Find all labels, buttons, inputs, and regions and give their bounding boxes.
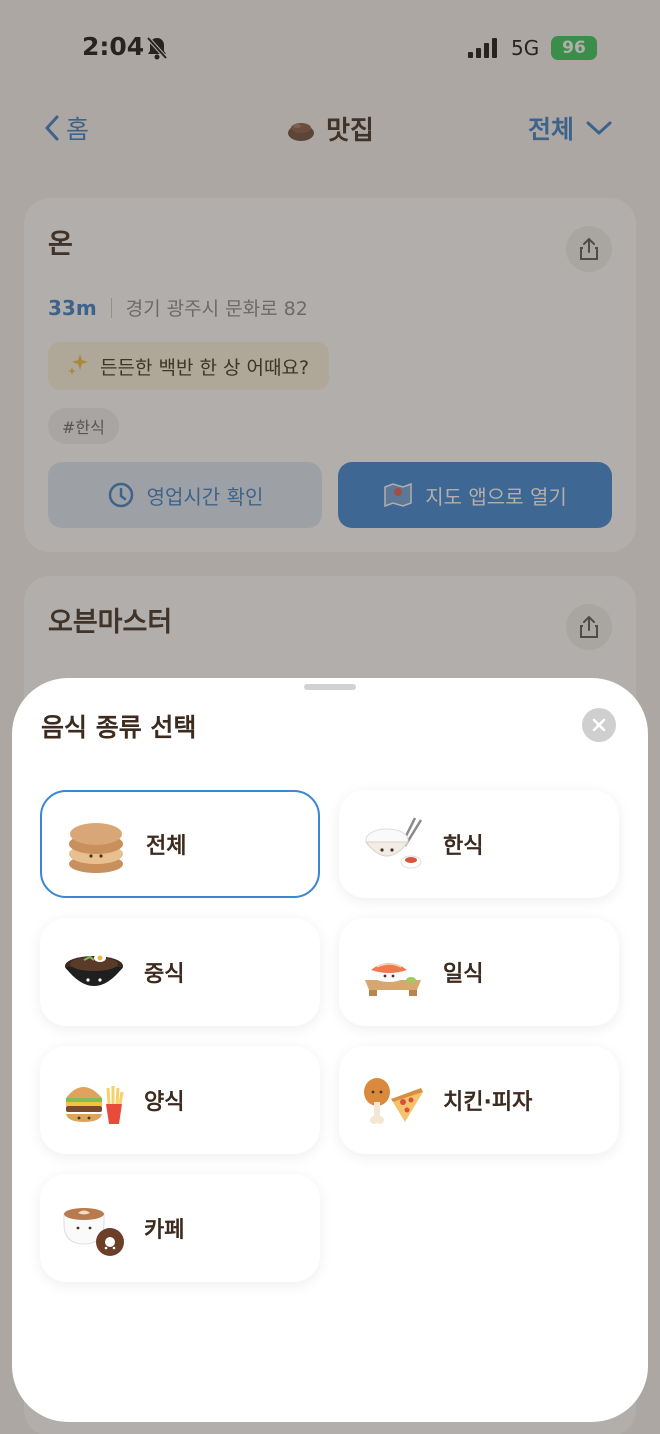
sushi-icon	[361, 940, 425, 1004]
category-label: 양식	[144, 1090, 185, 1115]
category-option-all[interactable]: 전체	[40, 790, 320, 898]
jjajang-bowl-icon	[62, 940, 126, 1004]
category-option-japanese[interactable]: 일식	[339, 918, 619, 1026]
category-label: 치킨·피자	[443, 1090, 533, 1115]
coffee-donut-icon	[62, 1196, 126, 1260]
category-label: 일식	[443, 962, 484, 987]
burger-fries-icon	[62, 1068, 126, 1132]
category-option-chicken-pizza[interactable]: 치킨·피자	[339, 1046, 619, 1154]
category-option-chinese[interactable]: 중식	[40, 918, 320, 1026]
category-option-cafe[interactable]: 카페	[40, 1174, 320, 1282]
pancake-stack-icon	[64, 814, 128, 878]
category-label: 카페	[144, 1218, 185, 1243]
category-label: 전체	[146, 834, 187, 859]
category-option-western[interactable]: 양식	[40, 1046, 320, 1154]
close-button[interactable]	[582, 708, 616, 742]
rice-bowl-icon	[361, 812, 425, 876]
sheet-title: 음식 종류 선택	[41, 713, 197, 742]
sheet-grabber[interactable]	[304, 684, 356, 690]
close-icon	[592, 718, 606, 732]
category-label: 중식	[144, 962, 185, 987]
food-category-sheet: 음식 종류 선택 전체 한식 중식 일식 양식 치킨·피자 카페	[12, 678, 648, 1422]
chicken-pizza-icon	[361, 1068, 425, 1132]
category-label: 한식	[443, 834, 484, 859]
category-option-korean[interactable]: 한식	[339, 790, 619, 898]
